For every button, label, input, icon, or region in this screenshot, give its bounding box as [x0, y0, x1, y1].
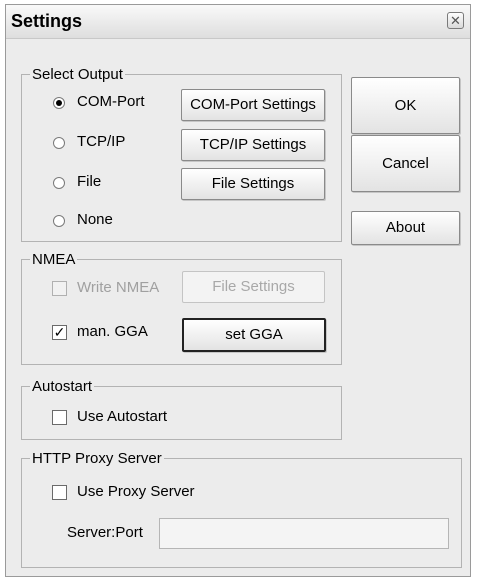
- autostart-group: Autostart: [21, 378, 342, 440]
- set-gga-button[interactable]: set GGA: [182, 318, 326, 352]
- tcp-ip-radio[interactable]: [53, 137, 65, 149]
- use-autostart-label[interactable]: Use Autostart: [77, 408, 167, 425]
- com-port-label[interactable]: COM-Port: [77, 93, 145, 110]
- close-icon[interactable]: ✕: [447, 12, 464, 29]
- tcp-ip-label[interactable]: TCP/IP: [77, 133, 125, 150]
- select-output-legend: Select Output: [32, 66, 123, 83]
- window-title: Settings: [11, 11, 83, 31]
- file-label[interactable]: File: [77, 173, 101, 190]
- http-proxy-legend: HTTP Proxy Server: [32, 450, 162, 467]
- server-port-input[interactable]: [159, 518, 449, 549]
- man-gga-label[interactable]: man. GGA: [77, 323, 148, 340]
- autostart-legend: Autostart: [32, 378, 93, 395]
- tcp-ip-settings-button[interactable]: TCP/IP Settings: [181, 129, 325, 161]
- use-autostart-checkbox[interactable]: [52, 410, 67, 425]
- com-port-settings-button[interactable]: COM-Port Settings: [181, 89, 325, 121]
- settings-dialog: Settings ✕ Select Output COM-Port TCP/IP…: [5, 4, 471, 577]
- com-port-radio[interactable]: [53, 97, 65, 109]
- server-port-label: Server:Port: [67, 524, 143, 541]
- none-label[interactable]: None: [77, 211, 113, 228]
- write-nmea-label: Write NMEA: [77, 279, 160, 296]
- man-gga-checkbox[interactable]: ✓: [52, 325, 67, 340]
- file-radio[interactable]: [53, 177, 65, 189]
- title-bar: Settings ✕: [6, 5, 470, 39]
- nmea-legend: NMEA: [32, 251, 76, 268]
- none-radio[interactable]: [53, 215, 65, 227]
- use-proxy-checkbox[interactable]: [52, 485, 67, 500]
- ok-button[interactable]: OK: [351, 77, 460, 134]
- cancel-button[interactable]: Cancel: [351, 135, 460, 192]
- file-settings-button[interactable]: File Settings: [181, 168, 325, 200]
- http-proxy-group: HTTP Proxy Server: [21, 450, 462, 568]
- nmea-file-settings-button[interactable]: File Settings: [182, 271, 325, 303]
- about-button[interactable]: About: [351, 211, 460, 245]
- use-proxy-label[interactable]: Use Proxy Server: [77, 483, 195, 500]
- write-nmea-checkbox[interactable]: [52, 281, 67, 296]
